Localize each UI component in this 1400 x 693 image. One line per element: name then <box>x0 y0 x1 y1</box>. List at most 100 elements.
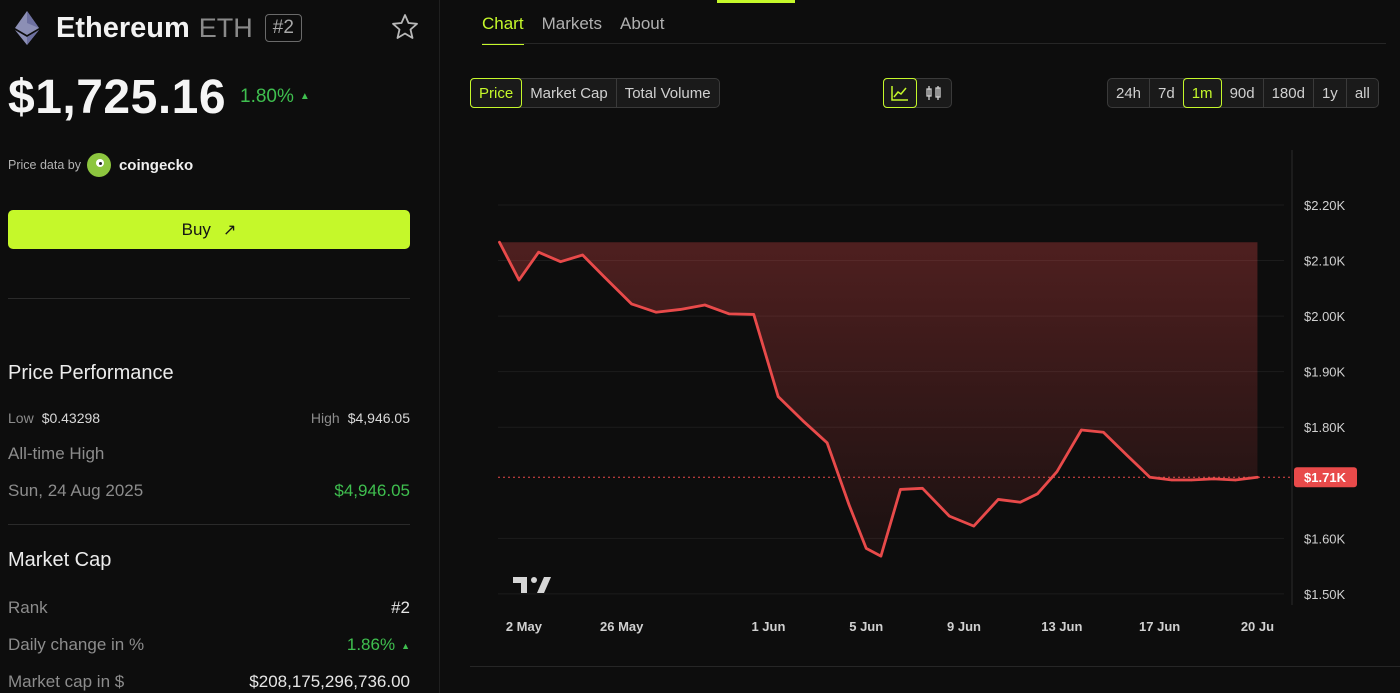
price-point <box>1019 501 1022 504</box>
chart-type-selector <box>883 78 952 108</box>
price-point <box>997 498 1000 501</box>
range-1y[interactable]: 1y <box>1314 79 1347 107</box>
x-tick-label: 26 May <box>600 619 644 634</box>
star-icon[interactable] <box>390 12 420 42</box>
low-label: Low <box>8 410 34 426</box>
price-point <box>865 547 868 550</box>
price-point <box>899 488 902 491</box>
daily-change-label: Daily change in % <box>8 635 145 654</box>
metric-selector: Price Market Cap Total Volume <box>470 78 720 108</box>
line-chart-icon[interactable] <box>883 78 917 108</box>
price-point <box>847 503 851 507</box>
range-1m[interactable]: 1m <box>1182 78 1222 108</box>
coin-name: Ethereum <box>56 11 190 44</box>
x-tick-label: 20 Ju <box>1241 619 1274 634</box>
y-tick-label: $1.50K <box>1304 587 1346 602</box>
metric-market-cap[interactable]: Market Cap <box>522 79 617 107</box>
price-point <box>1148 476 1152 479</box>
market-cap-title: Market Cap <box>8 549 112 571</box>
price-change: 1.80% ▲ <box>240 86 310 108</box>
tab-markets[interactable]: Markets <box>542 14 602 45</box>
y-tick-label: $1.80K <box>1304 420 1346 435</box>
price-point <box>559 260 562 263</box>
price-point <box>1212 477 1215 481</box>
price-point <box>1170 478 1174 482</box>
up-arrow-icon: ▲ <box>299 91 310 103</box>
range-7d[interactable]: 7d <box>1150 79 1184 107</box>
market-cap-label: Market cap in $ <box>8 672 125 691</box>
scroll-indicator <box>717 0 795 3</box>
divider <box>8 298 410 299</box>
current-price: $1,725.16 <box>8 71 227 124</box>
coin-symbol: ETH <box>198 12 253 43</box>
rank-label: Rank <box>8 598 48 617</box>
chart-bottom-divider <box>470 666 1400 667</box>
daily-change-row: Daily change in % 1.86% ▲ <box>8 635 410 655</box>
price-point <box>728 312 731 316</box>
price-point <box>498 241 501 244</box>
ath-row: Sun, 24 Aug 2025 $4,946.05 <box>8 481 410 501</box>
price-chart[interactable]: $2.20K $2.10K $2.00K $1.90K $1.80K $1.60K $1.5… <box>482 140 1400 645</box>
price-change-value: 1.80% <box>240 86 294 107</box>
range-180d[interactable]: 180d <box>1264 79 1314 107</box>
price-data-attribution: Price data by coingecko <box>8 152 193 178</box>
ath-date: Sun, 24 Aug 2025 <box>8 481 144 500</box>
y-tick-label: $2.00K <box>1304 309 1346 324</box>
x-tick-label: 9 Jun <box>947 619 981 634</box>
x-tick-label: 17 Jun <box>1139 619 1180 634</box>
price-point <box>1036 492 1039 496</box>
ethereum-logo-icon <box>15 11 39 45</box>
y-tick-label: $1.90K <box>1304 365 1346 380</box>
metric-total-volume[interactable]: Total Volume <box>617 79 719 107</box>
price-point <box>1256 476 1259 479</box>
price-point <box>921 487 924 490</box>
price-point <box>603 276 606 279</box>
price-point <box>777 395 780 398</box>
market-cap-row: Market cap in $ $208,175,296,736.00 <box>8 672 410 692</box>
provider-name[interactable]: coingecko <box>119 157 193 174</box>
candlestick-icon[interactable] <box>917 79 951 107</box>
range-all[interactable]: all <box>1347 79 1378 107</box>
ath-label: All-time High <box>8 444 105 463</box>
tab-bar: Chart Markets About <box>482 14 682 45</box>
high-value: $4,946.05 <box>347 410 410 426</box>
ath-value: $4,946.05 <box>334 481 410 500</box>
price-point <box>703 303 707 307</box>
price-point <box>752 313 755 316</box>
daily-change-value: 1.86% <box>346 635 396 654</box>
divider <box>8 524 410 525</box>
x-tick-label: 2 May <box>506 619 543 634</box>
price-point <box>537 251 540 254</box>
buy-button[interactable]: Buy ↗ <box>8 210 410 249</box>
market-cap-value: $208,175,296,736.00 <box>249 672 410 691</box>
tab-about[interactable]: About <box>620 14 664 45</box>
x-tick-label: 5 Jun <box>849 619 883 634</box>
rank-row: Rank #2 <box>8 598 410 618</box>
y-tick-label: $2.20K <box>1304 198 1346 213</box>
price-area <box>499 242 1258 557</box>
y-tick-label: $1.60K <box>1304 531 1346 546</box>
tabs-divider <box>482 43 1386 44</box>
coingecko-logo-icon <box>86 153 111 177</box>
y-tick-label: $2.10K <box>1304 254 1346 269</box>
price-performance-title: Price Performance <box>8 362 174 384</box>
price-point <box>972 524 976 528</box>
daily-change-value-wrap: 1.86% ▲ <box>347 635 410 655</box>
tradingview-logo-icon <box>513 577 551 593</box>
price-point <box>517 278 521 282</box>
coin-header: Ethereum ETH #2 <box>14 8 424 48</box>
range-24h[interactable]: 24h <box>1108 79 1151 107</box>
price-point <box>1126 454 1130 458</box>
chart-panel: Chart Markets About Price Market Cap Tot… <box>441 0 1400 693</box>
price-point <box>825 441 829 444</box>
range-90d[interactable]: 90d <box>1222 79 1264 107</box>
price-point <box>948 514 951 518</box>
price-point <box>1234 478 1237 482</box>
price-point <box>1080 428 1083 432</box>
tab-chart[interactable]: Chart <box>482 14 524 45</box>
coin-info-panel: Ethereum ETH #2 $1,725.16 1.80% ▲ Price d… <box>0 0 440 693</box>
x-tick-label: 1 Jun <box>751 619 785 634</box>
high-label: High <box>310 410 340 426</box>
metric-price[interactable]: Price <box>470 78 523 108</box>
time-range-selector: 24h 7d 1m 90d 180d 1y all <box>1107 78 1379 108</box>
